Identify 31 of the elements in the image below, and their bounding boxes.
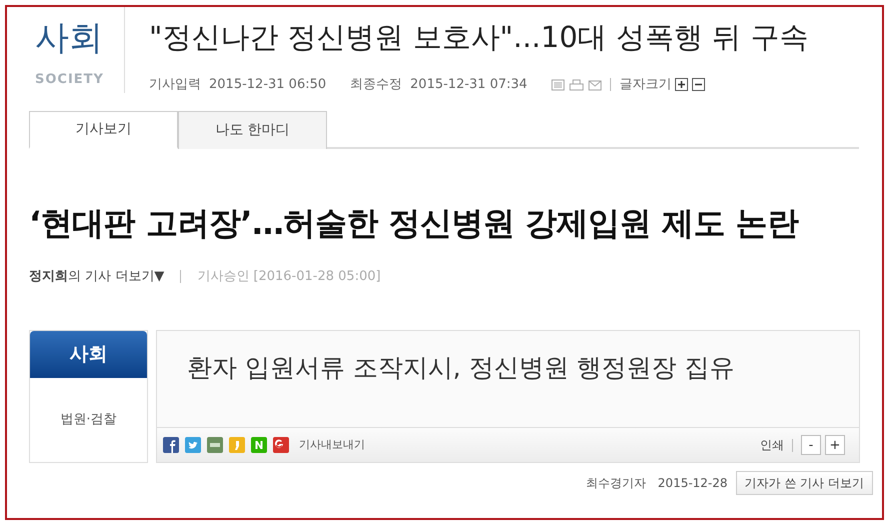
- print-link[interactable]: 인쇄: [760, 436, 784, 454]
- headline: "정신나간 정신병원 보호사"...10대 성폭행 뒤 구속: [149, 23, 808, 52]
- input-label: 기사입력: [149, 76, 201, 94]
- article-title: ‘현대판 고려장’…허술한 정신병원 강제입원 제도 논란: [29, 202, 800, 244]
- tab[interactable]: 나도 한마디: [178, 110, 327, 148]
- mail-icon[interactable]: [588, 78, 602, 91]
- share-icon[interactable]: [273, 437, 289, 453]
- subcategory-label: 법원·검찰: [60, 411, 117, 430]
- modified-time: 2015-12-31 07:34: [410, 76, 528, 94]
- plus-icon[interactable]: [675, 78, 688, 92]
- author-more-link[interactable]: 정지희의 기사 더보기▼: [29, 266, 164, 286]
- decrease-button[interactable]: -: [801, 435, 821, 455]
- category-tab[interactable]: 사회: [30, 331, 147, 378]
- font-size-label: 글자크기: [619, 76, 672, 94]
- share-icon[interactable]: [163, 437, 179, 453]
- reporter-name: 최수경기자: [586, 475, 646, 492]
- list-icon[interactable]: [551, 78, 566, 91]
- reporter-articles-button[interactable]: 기자가 쓴 기사 더보기: [736, 471, 873, 495]
- section-english-label: SOCIETY: [35, 70, 105, 88]
- section-label: 사회: [35, 21, 104, 55]
- print-icon[interactable]: [569, 78, 584, 91]
- article-date: 2015-12-28: [658, 475, 728, 492]
- modified-label: 최종수정: [350, 76, 402, 94]
- approved-time: 기사승인 [2016-01-28 05:00]: [197, 268, 381, 286]
- share-label: 기사내보내기: [299, 436, 365, 453]
- share-icon[interactable]: [185, 437, 201, 453]
- increase-button[interactable]: +: [825, 435, 845, 455]
- minus-icon[interactable]: [692, 78, 706, 92]
- related-headline[interactable]: 환자 입원서류 조작지시, 정신병원 행정원장 집유: [187, 353, 735, 382]
- tab[interactable]: 기사보기: [29, 110, 178, 148]
- input-time: 2015-12-31 06:50: [209, 76, 326, 94]
